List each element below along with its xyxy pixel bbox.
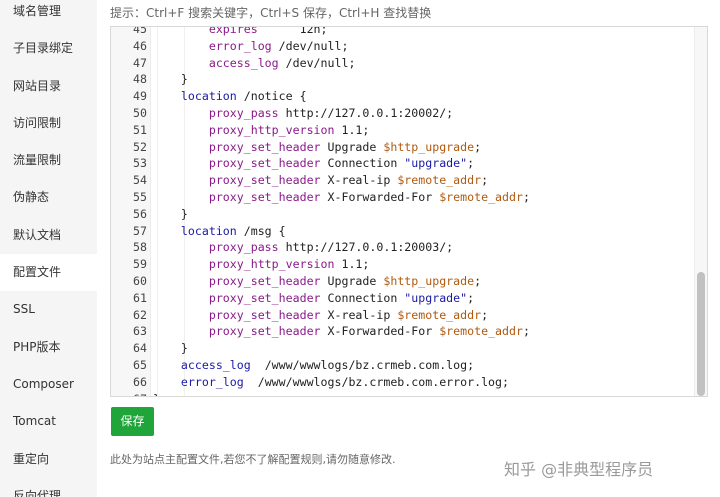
code-line[interactable]: 46 error_log /dev/null; [111,38,707,55]
line-number: 46 [133,38,147,53]
code-text[interactable]: proxy_set_header X-Forwarded-For $remote… [153,189,530,206]
sidebar-item[interactable]: 默认文档 [0,217,97,254]
code-line[interactable]: 65 access_log /www/wwwlogs/bz.crmeb.com.… [111,357,707,374]
sidebar-item[interactable]: 配置文件 [0,254,97,292]
line-number: 52 [133,139,147,154]
sidebar-item[interactable]: 访问限制 [0,105,97,142]
line-number: 47 [133,55,147,70]
code-text[interactable]: proxy_pass http://127.0.0.1:20002/; [153,105,453,122]
line-number: 60 [133,273,147,288]
editor-hint: 提示：Ctrl+F 搜索关键字，Ctrl+S 保存，Ctrl+H 查找替换 [110,6,432,20]
sidebar: 域名管理 子目录绑定 网站目录 访问限制 流量限制 伪静态 默认文档 配置文件 SSL PHP版本… [0,0,97,497]
code-text[interactable]: location /notice { [153,88,307,105]
code-line[interactable]: 59 proxy_http_version 1.1; [111,256,707,273]
code-line[interactable]: 58 proxy_pass http://127.0.0.1:20003/; [111,239,707,256]
line-number: 53 [133,156,147,171]
sidebar-menu: 域名管理 子目录绑定 网站目录 访问限制 流量限制 伪静态 默认文档 配置文件 SSL PHP版本… [0,0,97,497]
code-line[interactable]: 53 proxy_set_header Connection "upgrade"… [111,155,707,172]
code-text[interactable]: location /msg { [153,223,286,240]
code-text[interactable]: proxy_set_header X-Forwarded-For $remote… [153,323,530,340]
code-text[interactable]: proxy_http_version 1.1; [153,256,370,273]
config-warning-note: 此处为站点主配置文件,若您不了解配置规则,请勿随意修改. [110,453,396,466]
code-text[interactable]: error_log /dev/null; [153,38,349,55]
sidebar-item[interactable]: SSL [0,291,97,328]
sidebar-item[interactable]: 子目录绑定 [0,30,97,67]
code-text[interactable]: proxy_set_header Connection "upgrade"; [153,155,474,172]
sidebar-item[interactable]: 重定向 [0,441,97,478]
code-line[interactable]: 62 proxy_set_header X-real-ip $remote_ad… [111,307,707,324]
sidebar-item[interactable]: 域名管理 [0,0,97,30]
line-number: 51 [133,122,147,137]
code-line[interactable]: 48 } [111,71,707,88]
sidebar-item[interactable]: Composer [0,366,97,403]
sidebar-item[interactable]: Tomcat [0,403,97,440]
sidebar-item[interactable]: 流量限制 [0,142,97,179]
code-line[interactable]: 61 proxy_set_header Connection "upgrade"… [111,290,707,307]
code-text[interactable]: } [153,391,160,396]
line-number: 59 [133,257,147,272]
sidebar-item[interactable]: 伪静态 [0,179,97,216]
sidebar-item[interactable]: 反向代理 [0,478,97,497]
line-number: 45 [133,26,147,36]
code-line[interactable]: 56 } [111,206,707,223]
code-text[interactable]: access_log /dev/null; [153,55,356,72]
line-number: 54 [133,173,147,188]
code-line[interactable]: 50 proxy_pass http://127.0.0.1:20002/; [111,105,707,122]
code-text[interactable]: proxy_http_version 1.1; [153,122,370,139]
sidebar-item[interactable]: 网站目录 [0,68,97,105]
code-text[interactable]: proxy_set_header X-real-ip $remote_addr; [153,307,488,324]
line-number: 50 [133,105,147,120]
code-line[interactable]: 63 proxy_set_header X-Forwarded-For $rem… [111,323,707,340]
config-editor[interactable]: 45 expires 12h; 46 error_log /dev/null; 47… [110,26,708,397]
code-line[interactable]: 57 location /msg { [111,223,707,240]
code-text[interactable]: access_log /www/wwwlogs/bz.crmeb.com.log… [153,357,474,374]
save-button[interactable]: 保存 [111,407,154,436]
code-line[interactable]: 64 } [111,340,707,357]
code-text[interactable]: proxy_pass http://127.0.0.1:20003/; [153,239,453,256]
scrollbar-thumb[interactable] [697,272,705,396]
code-line[interactable]: 67} [111,391,707,396]
line-number: 55 [133,189,147,204]
line-number: 63 [133,324,147,339]
code-text[interactable]: proxy_set_header X-real-ip $remote_addr; [153,172,488,189]
code-text[interactable]: expires 12h; [153,27,328,38]
line-number: 57 [133,223,147,238]
code-area[interactable]: 45 expires 12h; 46 error_log /dev/null; 47… [111,26,707,396]
line-number: 64 [133,341,147,356]
code-text[interactable]: proxy_set_header Upgrade $http_upgrade; [153,273,481,290]
code-line[interactable]: 55 proxy_set_header X-Forwarded-For $rem… [111,189,707,206]
line-number: 56 [133,206,147,221]
line-number: 58 [133,240,147,255]
line-number: 62 [133,307,147,322]
editor-scrollbar[interactable] [694,27,707,396]
code-text[interactable]: proxy_set_header Upgrade $http_upgrade; [153,139,481,156]
line-number: 67 [111,391,147,396]
code-line[interactable]: 49 location /notice { [111,88,707,105]
watermark: 知乎 @非典型程序员 [504,460,654,479]
code-line[interactable]: 60 proxy_set_header Upgrade $http_upgrad… [111,273,707,290]
code-line[interactable]: 47 access_log /dev/null; [111,55,707,72]
code-text[interactable]: } [153,71,188,88]
line-number: 61 [133,290,147,305]
code-line[interactable]: 51 proxy_http_version 1.1; [111,122,707,139]
line-number: 49 [133,89,147,104]
sidebar-item[interactable]: PHP版本 [0,329,97,366]
code-text[interactable]: } [153,340,188,357]
code-text[interactable]: } [153,206,188,223]
line-number: 65 [133,357,147,372]
line-number: 48 [133,72,147,87]
code-line[interactable]: 54 proxy_set_header X-real-ip $remote_ad… [111,172,707,189]
code-line[interactable]: 52 proxy_set_header Upgrade $http_upgrad… [111,139,707,156]
code-text[interactable]: error_log /www/wwwlogs/bz.crmeb.com.erro… [153,374,509,391]
code-text[interactable]: proxy_set_header Connection "upgrade"; [153,290,474,307]
line-number: 66 [133,374,147,389]
code-line[interactable]: 45 expires 12h; [111,26,707,38]
code-line[interactable]: 66 error_log /www/wwwlogs/bz.crmeb.com.e… [111,374,707,391]
